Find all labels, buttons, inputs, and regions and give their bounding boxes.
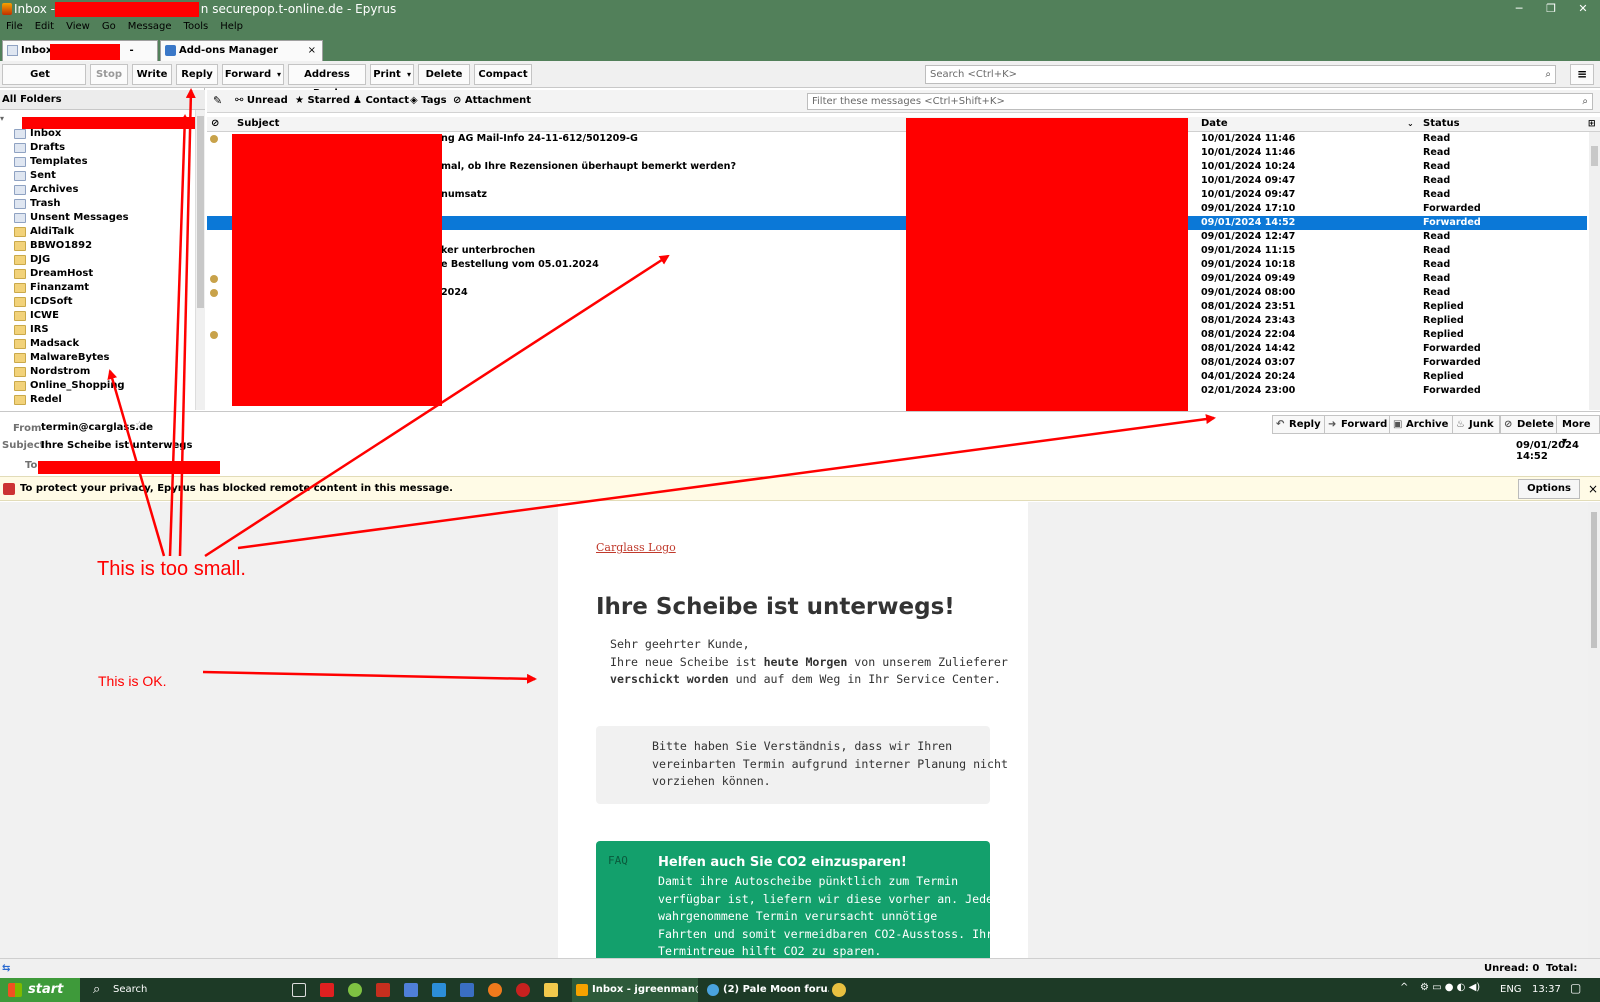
annotation-arrows <box>107 88 1216 684</box>
annotation-ok: This is OK. <box>98 673 167 689</box>
arrow-to-email-body <box>202 670 537 684</box>
arrow-to-message-list <box>204 254 670 558</box>
annotation-too-small: This is too small. <box>97 558 246 580</box>
arrow-to-header-buttons <box>237 414 1216 550</box>
arrow-to-folder-list <box>107 369 166 557</box>
arrow-to-toolbar <box>178 88 196 557</box>
